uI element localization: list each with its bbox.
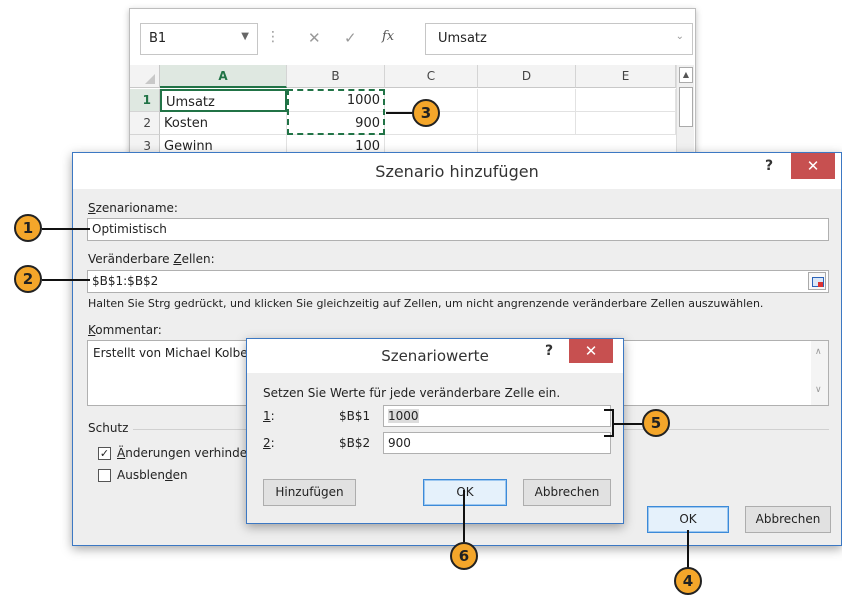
- cell-a2[interactable]: Kosten: [160, 112, 287, 135]
- copy-selection-marquee: [287, 89, 385, 135]
- cell-a1[interactable]: Umsatz: [160, 89, 287, 112]
- cell-d2[interactable]: [478, 112, 576, 135]
- column-header-b[interactable]: B: [287, 65, 385, 88]
- close-button[interactable]: ✕: [569, 339, 613, 363]
- callout-leader-line: [42, 228, 90, 230]
- prevent-changes-label: Änderungen verhindern: [117, 446, 260, 460]
- scenario-name-input[interactable]: Optimistisch: [87, 218, 829, 241]
- row-header[interactable]: 2: [130, 112, 160, 135]
- callout-leader-line: [42, 279, 90, 281]
- callout-4: 4: [674, 567, 702, 595]
- comment-scrollbar[interactable]: ∧ ∨: [811, 341, 828, 405]
- insert-function-icon[interactable]: fx: [382, 29, 394, 44]
- comment-label: Kommentar:: [88, 323, 162, 337]
- column-header-e[interactable]: E: [576, 65, 676, 88]
- hide-checkbox[interactable]: [98, 469, 111, 482]
- column-header-a[interactable]: A: [160, 65, 287, 88]
- cancel-entry-icon[interactable]: ✕: [308, 29, 321, 47]
- callout-1: 1: [14, 214, 42, 242]
- changing-cells-label: Veränderbare Zellen:: [88, 252, 215, 266]
- excel-window: B1 ▼ ⋮ ✕ ✓ fx Umsatz ⌄ A B C D E 1 Umsat…: [129, 8, 696, 158]
- column-header-c[interactable]: C: [385, 65, 478, 88]
- grip-icon: ⋮: [266, 29, 280, 45]
- name-box-value: B1: [149, 31, 167, 46]
- comment-text: Erstellt von Michael Kolbe: [93, 346, 248, 360]
- protection-group-label: Schutz: [88, 421, 129, 435]
- bracket-line: [604, 409, 614, 411]
- formula-bar[interactable]: Umsatz ⌄: [425, 23, 693, 55]
- formula-bar-value: Umsatz: [438, 31, 487, 46]
- range-select-icon[interactable]: [808, 272, 826, 290]
- chevron-down-icon[interactable]: ▼: [241, 31, 249, 42]
- cell-ref-label: $B$2: [339, 436, 371, 450]
- name-box[interactable]: B1 ▼: [140, 23, 258, 55]
- row-index-label: 2:: [263, 436, 275, 450]
- column-header-d[interactable]: D: [478, 65, 576, 88]
- select-all-corner[interactable]: [130, 65, 160, 88]
- scroll-thumb[interactable]: [679, 87, 693, 127]
- callout-leader-line: [687, 530, 689, 570]
- scenario-values-dialog: Szenariowerte ? ✕ Setzen Sie Werte für j…: [246, 338, 624, 524]
- scroll-up-icon[interactable]: ∧: [815, 347, 822, 357]
- cell-d1[interactable]: [478, 89, 576, 112]
- cancel-button[interactable]: Abbrechen: [745, 506, 831, 533]
- close-button[interactable]: ✕: [791, 153, 835, 179]
- prevent-changes-checkbox[interactable]: ✓: [98, 447, 111, 460]
- callout-2: 2: [14, 265, 42, 293]
- expand-formula-bar-icon[interactable]: ⌄: [676, 31, 684, 42]
- callout-6: 6: [450, 542, 478, 570]
- row-index-label: 1:: [263, 409, 275, 423]
- scroll-down-icon[interactable]: ∨: [815, 385, 822, 395]
- help-button[interactable]: ?: [545, 343, 553, 359]
- row-header[interactable]: 1: [130, 89, 160, 112]
- cell-e2[interactable]: [576, 112, 676, 135]
- cell-ref-label: $B$1: [339, 409, 371, 423]
- hide-label: Ausblenden: [117, 468, 188, 482]
- dialog-title: Szenariowerte: [381, 347, 489, 365]
- changing-cells-hint: Halten Sie Strg gedrückt, und klicken Si…: [88, 297, 764, 310]
- value-input-1[interactable]: 1000: [383, 405, 611, 427]
- add-button[interactable]: Hinzufügen: [263, 479, 356, 506]
- ok-button[interactable]: OK: [647, 506, 729, 533]
- scroll-up-icon[interactable]: ▲: [679, 67, 693, 83]
- bracket-line: [604, 435, 614, 437]
- changing-cells-input[interactable]: $B$1:$B$2: [87, 270, 829, 293]
- value-input-2[interactable]: 900: [383, 432, 611, 454]
- confirm-entry-icon[interactable]: ✓: [344, 29, 357, 47]
- callout-leader-line: [612, 423, 644, 425]
- scenario-name-label: Szenarioname:: [88, 201, 178, 215]
- instruction-text: Setzen Sie Werte für jede veränderbare Z…: [263, 386, 561, 400]
- dialog-title: Szenario hinzufügen: [375, 162, 539, 181]
- callout-leader-line: [463, 490, 465, 544]
- help-button[interactable]: ?: [765, 158, 773, 174]
- vertical-scrollbar[interactable]: ▲: [676, 65, 694, 157]
- cancel-button[interactable]: Abbrechen: [523, 479, 611, 506]
- callout-leader-line: [386, 112, 414, 114]
- ok-button[interactable]: OK: [423, 479, 507, 506]
- cell-e1[interactable]: [576, 89, 676, 112]
- callout-5: 5: [642, 409, 670, 437]
- callout-3: 3: [412, 99, 440, 127]
